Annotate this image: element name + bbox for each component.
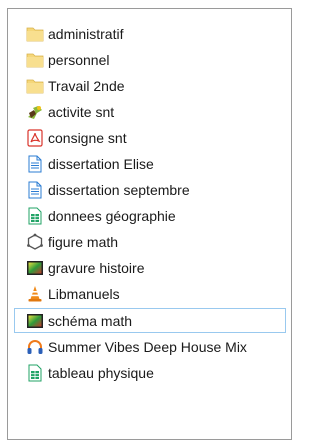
file-name: Summer Vibes Deep House Mix bbox=[48, 338, 247, 355]
list-item[interactable]: consigne snt bbox=[14, 125, 286, 150]
audio-headphones-icon bbox=[26, 338, 44, 356]
list-item[interactable]: Travail 2nde bbox=[14, 73, 286, 98]
list-item[interactable]: tableau physique bbox=[14, 360, 286, 385]
list-item[interactable]: dissertation Elise bbox=[14, 151, 286, 176]
list-item[interactable]: Libmanuels bbox=[14, 282, 286, 307]
file-name: personnel bbox=[48, 51, 110, 68]
file-name: dissertation Elise bbox=[48, 155, 154, 172]
file-list: administratif personnel Travail 2nde act… bbox=[14, 21, 286, 386]
list-item[interactable]: figure math bbox=[14, 230, 286, 255]
list-item[interactable]: Summer Vibes Deep House Mix bbox=[14, 334, 286, 359]
list-item[interactable]: administratif bbox=[14, 21, 286, 46]
file-list-panel: administratif personnel Travail 2nde act… bbox=[7, 8, 292, 440]
document-icon bbox=[26, 155, 44, 173]
folder-icon bbox=[26, 25, 44, 43]
application-icon bbox=[26, 103, 44, 121]
list-item[interactable]: personnel bbox=[14, 47, 286, 72]
file-name: schéma math bbox=[48, 312, 133, 329]
folder-icon bbox=[26, 77, 44, 95]
file-name: tableau physique bbox=[48, 364, 154, 381]
file-name: figure math bbox=[48, 234, 119, 251]
pdf-icon bbox=[26, 129, 44, 147]
file-name: gravure histoire bbox=[48, 260, 145, 277]
vlc-cone-icon bbox=[26, 285, 44, 303]
geometry-icon bbox=[26, 233, 44, 251]
file-name: Travail 2nde bbox=[48, 77, 125, 94]
spreadsheet-icon bbox=[26, 364, 44, 382]
file-name: activite snt bbox=[48, 103, 115, 120]
spreadsheet-icon bbox=[26, 207, 44, 225]
file-name: consigne snt bbox=[48, 129, 127, 146]
image-icon bbox=[26, 312, 44, 330]
file-name: donnees géographie bbox=[48, 208, 176, 225]
document-icon bbox=[26, 181, 44, 199]
list-item[interactable]: donnees géographie bbox=[14, 204, 286, 229]
list-item[interactable]: gravure histoire bbox=[14, 256, 286, 281]
image-icon bbox=[26, 259, 44, 277]
list-item-selected[interactable]: schéma math bbox=[14, 308, 286, 334]
file-name: administratif bbox=[48, 25, 124, 42]
list-item[interactable]: activite snt bbox=[14, 99, 286, 124]
folder-icon bbox=[26, 51, 44, 69]
file-name: Libmanuels bbox=[48, 286, 120, 303]
list-item[interactable]: dissertation septembre bbox=[14, 178, 286, 203]
file-name: dissertation septembre bbox=[48, 182, 190, 199]
